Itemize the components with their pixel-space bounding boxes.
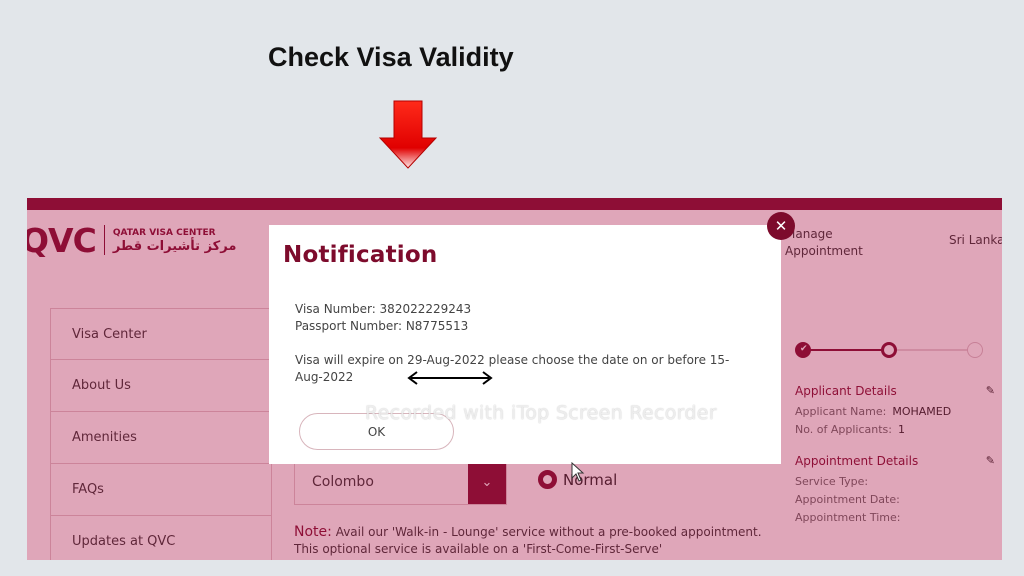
- top-bar: [27, 198, 1002, 210]
- app-screen: QVC QATAR VISA CENTER مركز تأشيرات قطر M…: [27, 198, 1002, 560]
- double-headed-arrow-icon: [407, 371, 493, 385]
- step-3: [967, 342, 983, 358]
- dialog-title: Notification: [283, 242, 438, 268]
- logo-divider: [103, 225, 105, 255]
- mouse-cursor-icon: [571, 462, 585, 482]
- city-select-value: Colombo: [312, 474, 374, 490]
- sidebar-item-faqs[interactable]: FAQs: [50, 464, 272, 516]
- step-line-todo: [895, 349, 971, 351]
- logo-name-en: QATAR VISA CENTER: [112, 228, 216, 238]
- sidebar-item-amenities[interactable]: Amenities: [50, 412, 272, 464]
- red-down-arrow-icon: [378, 100, 438, 169]
- qvc-logo[interactable]: QVC QATAR VISA CENTER مركز تأشيرات قطر: [27, 220, 236, 260]
- note-label: Note:: [294, 524, 332, 540]
- applicant-details-title: Applicant Details: [795, 384, 897, 398]
- note-text: Avail our 'Walk-in - Lounge' service wit…: [294, 525, 762, 556]
- appointment-time-label: Appointment Time:: [795, 511, 901, 524]
- step-line-done: [809, 349, 889, 351]
- appointment-details-heading: Appointment Details ✎: [795, 454, 995, 468]
- city-select[interactable]: Colombo ⌄: [294, 459, 507, 505]
- dialog-body: Visa Number: 382022229243 Passport Numbe…: [295, 301, 755, 386]
- slide-title: Check Visa Validity: [268, 42, 514, 72]
- applicant-name-label: Applicant Name:: [795, 405, 887, 418]
- applicant-name-row: Applicant Name: MOHAMED: [795, 405, 995, 418]
- step-1: ✔: [795, 342, 811, 358]
- step-2: [881, 342, 897, 358]
- notification-dialog: Notification Visa Number: 382022229243 P…: [269, 225, 781, 464]
- close-icon[interactable]: ✕: [767, 212, 795, 240]
- check-icon: ✔: [800, 344, 808, 354]
- nav-country[interactable]: Sri Lanka: [949, 233, 1002, 247]
- sidebar: Visa Center About Us Amenities FAQs Upda…: [50, 308, 272, 560]
- applicants-label: No. of Applicants:: [795, 423, 892, 436]
- applicant-details-heading: Applicant Details ✎: [795, 384, 995, 398]
- walk-in-note: Note: Avail our 'Walk-in - Lounge' servi…: [294, 524, 764, 558]
- sidebar-item-updates[interactable]: Updates at QVC: [50, 516, 272, 560]
- expiry-message: Visa will expire on 29-Aug-2022 please c…: [295, 353, 730, 384]
- pencil-icon[interactable]: ✎: [986, 454, 995, 468]
- appointment-details-title: Appointment Details: [795, 454, 919, 468]
- logo-name-ar: مركز تأشيرات قطر: [112, 239, 237, 254]
- appointment-date-label: Appointment Date:: [795, 493, 900, 506]
- applicants-row: No. of Applicants: 1: [795, 423, 995, 436]
- logo-mark: QVC: [27, 220, 97, 260]
- service-type-label: Service Type:: [795, 475, 869, 488]
- visa-number: Visa Number: 382022229243: [295, 302, 472, 316]
- logo-text: QATAR VISA CENTER مركز تأشيرات قطر: [113, 226, 237, 254]
- chevron-down-icon[interactable]: ⌄: [468, 460, 506, 504]
- radio-selected-icon[interactable]: [538, 470, 557, 489]
- progress-stepper: ✔: [795, 340, 985, 360]
- recorder-watermark: Recorded with iTop Screen Recorder: [365, 402, 717, 424]
- booking-summary: Applicant Details ✎ Applicant Name: MOHAM…: [795, 384, 995, 529]
- nav-manage-appointment[interactable]: Manage Appointment: [785, 226, 895, 260]
- applicants-count: 1: [897, 423, 905, 436]
- applicant-name: MOHAMED: [892, 405, 952, 418]
- pencil-icon[interactable]: ✎: [986, 384, 995, 398]
- sidebar-item-about-us[interactable]: About Us: [50, 360, 272, 412]
- passport-number: Passport Number: N8775513: [295, 319, 469, 333]
- sidebar-item-visa-center[interactable]: Visa Center: [50, 308, 272, 360]
